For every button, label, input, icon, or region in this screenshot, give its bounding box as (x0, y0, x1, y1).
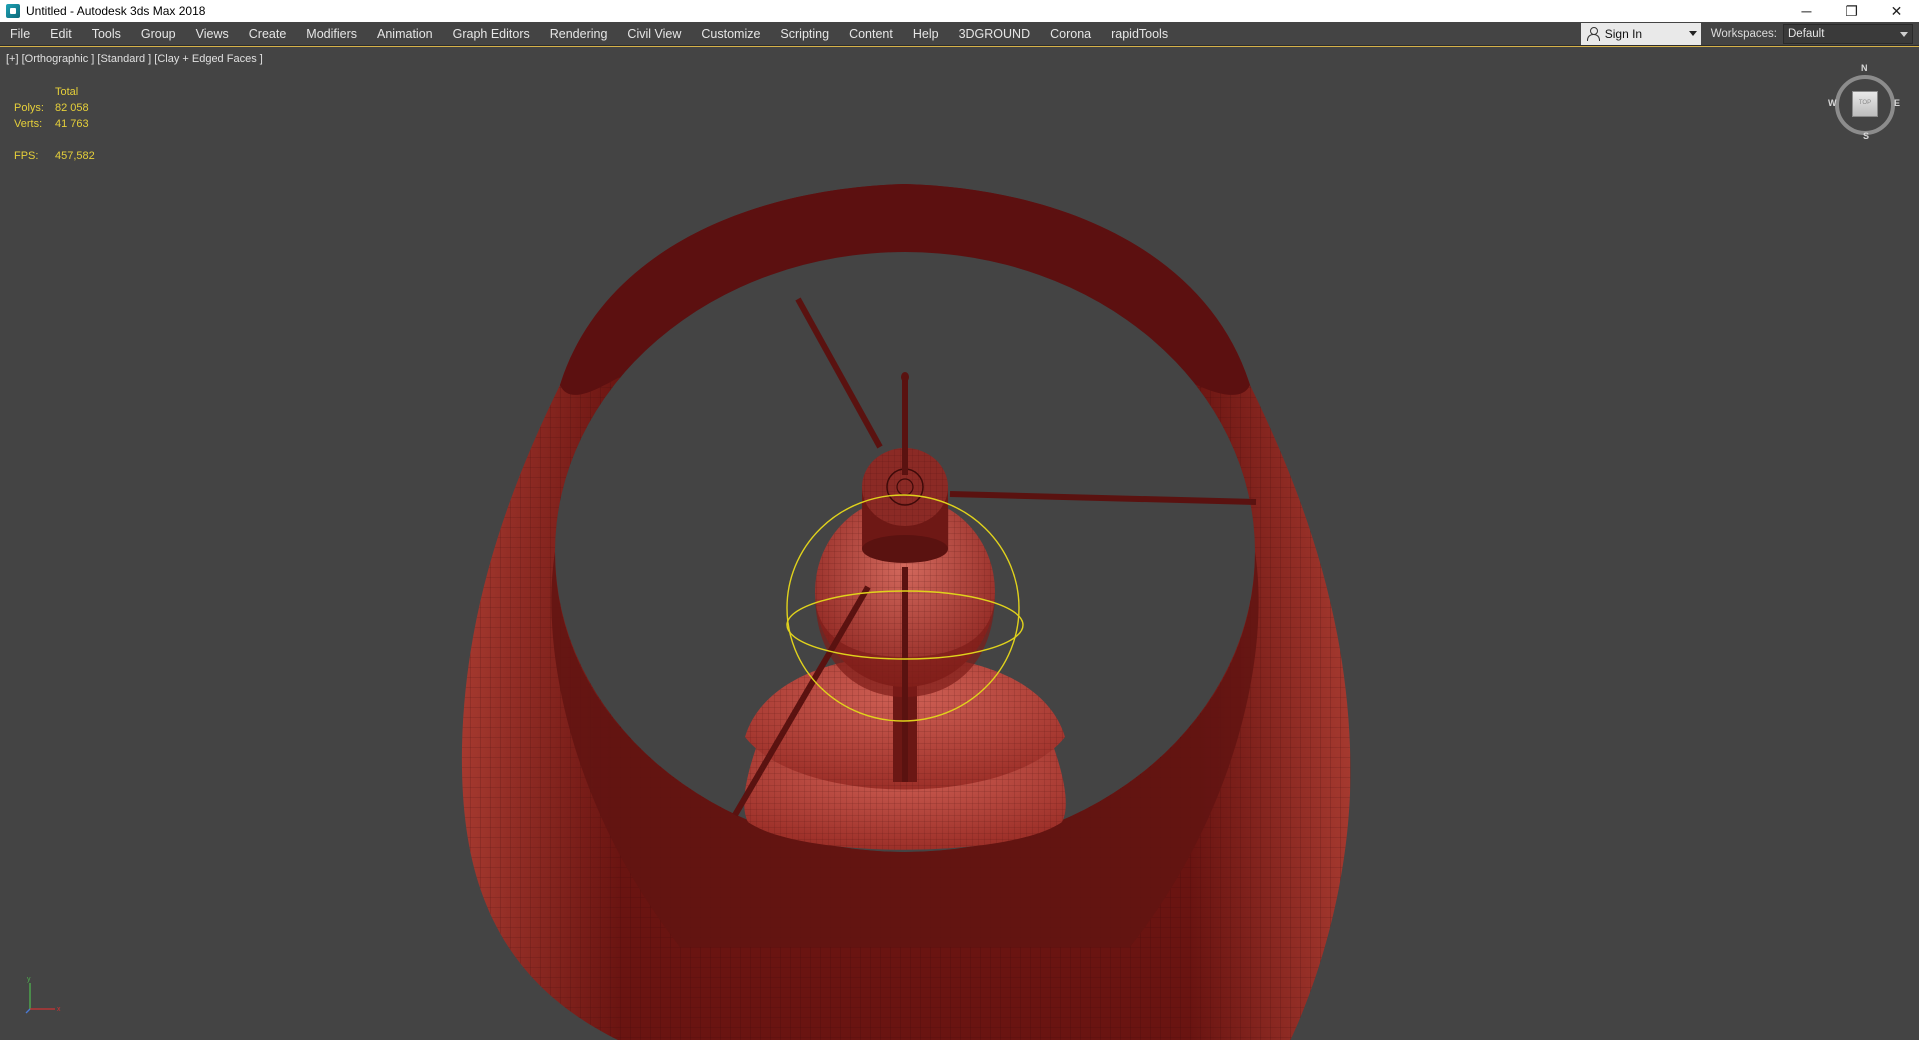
sign-in-button[interactable]: Sign In (1580, 22, 1701, 45)
menu-content[interactable]: Content (839, 22, 903, 46)
polys-value: 82 058 (55, 102, 89, 114)
window-title: Untitled - Autodesk 3ds Max 2018 (26, 4, 206, 18)
menu-group[interactable]: Group (131, 22, 186, 46)
compass-south-label[interactable]: S (1863, 131, 1869, 141)
menu-graph-editors[interactable]: Graph Editors (443, 22, 540, 46)
menu-views[interactable]: Views (186, 22, 239, 46)
menu-edit[interactable]: Edit (40, 22, 82, 46)
axis-tripod: y x (25, 976, 61, 1014)
workspaces-dropdown[interactable]: Default (1783, 23, 1913, 44)
viewcube[interactable]: TOP N S E W (1828, 63, 1900, 141)
3dsmax-app-icon[interactable] (6, 4, 20, 18)
svg-text:y: y (27, 976, 31, 983)
menu-animation[interactable]: Animation (367, 22, 443, 46)
viewport-statistics: Total Polys: 82 058 Verts: 41 763 FPS: 4… (14, 84, 95, 164)
stats-total-header: Total (55, 86, 79, 98)
menu-scripting[interactable]: Scripting (770, 22, 839, 46)
fps-label: FPS: (14, 150, 39, 162)
verts-value: 41 763 (55, 118, 89, 130)
perspective-viewport[interactable]: y x [+] [Orthographic ] [Standard ] [Cla… (0, 46, 1919, 1040)
workspaces-value: Default (1788, 27, 1825, 40)
menu-customize[interactable]: Customize (691, 22, 770, 46)
sign-in-label: Sign In (1604, 26, 1643, 41)
chevron-down-icon (1900, 31, 1908, 37)
viewport-scene[interactable]: y x (0, 47, 1919, 1040)
menu-modifiers[interactable]: Modifiers (296, 22, 367, 46)
menu-bar: File Edit Tools Group Views Create Modif… (0, 22, 1919, 46)
menu-file[interactable]: File (0, 22, 40, 46)
menu-civil-view[interactable]: Civil View (617, 22, 691, 46)
compass-north-label[interactable]: N (1861, 63, 1868, 73)
restore-button[interactable]: ❐ (1829, 0, 1874, 22)
menu-rendering[interactable]: Rendering (540, 22, 618, 46)
menu-corona[interactable]: Corona (1040, 22, 1101, 46)
verts-label: Verts: (14, 118, 43, 130)
menu-help[interactable]: Help (903, 22, 949, 46)
compass-west-label[interactable]: W (1828, 98, 1837, 108)
svg-text:x: x (57, 1006, 61, 1013)
fps-value: 457,582 (55, 150, 95, 162)
user-icon (1586, 27, 1600, 41)
title-bar: Untitled - Autodesk 3ds Max 2018 ─ ❐ ✕ (0, 0, 1919, 22)
workspaces-label: Workspaces: (1710, 27, 1777, 40)
compass-east-label[interactable]: E (1894, 98, 1900, 108)
menu-tools[interactable]: Tools (82, 22, 131, 46)
viewport-label[interactable]: [+] [Orthographic ] [Standard ] [Clay + … (6, 53, 263, 65)
menu-rapidtools[interactable]: rapidTools (1101, 22, 1178, 46)
menu-create[interactable]: Create (239, 22, 297, 46)
chevron-down-icon[interactable] (1688, 30, 1697, 36)
viewcube-top-face[interactable]: TOP (1852, 91, 1878, 117)
minimize-button[interactable]: ─ (1784, 0, 1829, 22)
polys-label: Polys: (14, 102, 44, 114)
lamp-finial (902, 375, 908, 475)
close-button[interactable]: ✕ (1874, 0, 1919, 22)
menu-3dground[interactable]: 3DGROUND (949, 22, 1041, 46)
